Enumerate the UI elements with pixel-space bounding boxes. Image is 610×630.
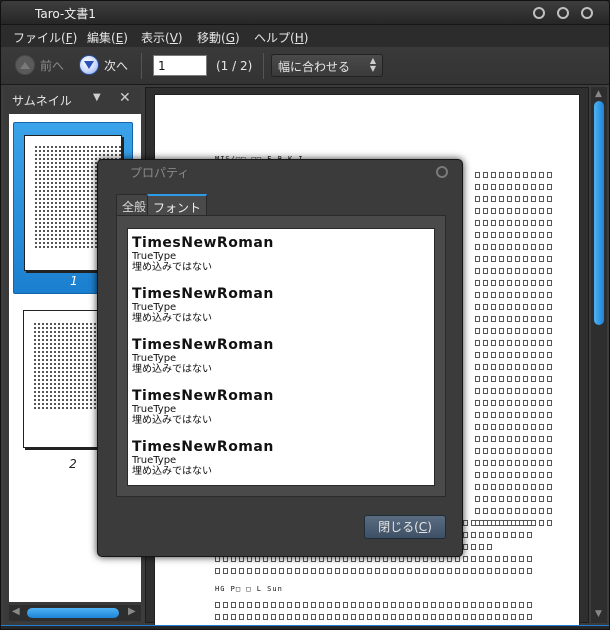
zoom-select[interactable]: 幅に合わせる ▲ ▼ bbox=[271, 54, 383, 77]
font-type: TrueType bbox=[132, 302, 177, 313]
font-name: TimesNewRoman bbox=[132, 235, 274, 251]
scrollbar-thumb[interactable] bbox=[27, 608, 119, 618]
sidebar-horizontal-scrollbar[interactable]: ◀ ▶ bbox=[9, 605, 141, 621]
font-type: TrueType bbox=[132, 251, 177, 262]
scroll-up-icon[interactable]: ▲ bbox=[595, 89, 602, 99]
zoom-select-value: 幅に合わせる bbox=[278, 60, 351, 74]
scroll-down-icon[interactable]: ▼ bbox=[595, 609, 602, 619]
fonts-tab-panel: TimesNewRoman TrueType 埋め込みではない TimesNew… bbox=[116, 215, 446, 497]
maximize-button[interactable] bbox=[557, 7, 569, 19]
menu-help[interactable]: ヘルプ(H) bbox=[254, 29, 308, 46]
document-vertical-scrollbar[interactable]: ▲ ▼ bbox=[591, 87, 607, 623]
font-name: TimesNewRoman bbox=[132, 286, 274, 302]
document-text-block bbox=[215, 597, 535, 621]
scroll-right-icon[interactable]: ▶ bbox=[128, 606, 136, 617]
font-type: TrueType bbox=[132, 353, 177, 364]
spin-arrows-icon: ▲ ▼ bbox=[369, 56, 376, 73]
font-embed-status: 埋め込みではない bbox=[132, 262, 212, 273]
properties-dialog: プロパティ 全般 フォント TimesNewRoman TrueType 埋め込… bbox=[97, 159, 463, 557]
page-count: (1 / 2) bbox=[216, 59, 253, 73]
close-window-button[interactable] bbox=[581, 7, 593, 19]
status-strip bbox=[1, 625, 609, 629]
window-title: Taro-文書1 bbox=[35, 7, 96, 21]
list-item[interactable]: TimesNewRoman TrueType 埋め込みではない bbox=[132, 286, 430, 337]
scrollbar-thumb[interactable] bbox=[594, 101, 604, 325]
dropdown-arrow-icon[interactable]: ▼ bbox=[93, 92, 101, 103]
menu-go[interactable]: 移動(G) bbox=[197, 29, 240, 46]
close-button[interactable]: 閉じる(C) bbox=[364, 515, 446, 539]
dialog-title: プロパティ bbox=[130, 166, 190, 180]
font-embed-status: 埋め込みではない bbox=[132, 415, 212, 426]
menu-edit[interactable]: 編集(E) bbox=[87, 29, 128, 46]
font-name: TimesNewRoman bbox=[132, 388, 274, 404]
font-embed-status: 埋め込みではない bbox=[132, 313, 212, 324]
font-name: TimesNewRoman bbox=[132, 439, 274, 455]
menu-file[interactable]: ファイル(F) bbox=[13, 29, 77, 46]
prev-page-button[interactable]: 前へ bbox=[15, 53, 64, 77]
list-item[interactable]: TimesNewRoman TrueType 埋め込みではない bbox=[132, 337, 430, 388]
font-type: TrueType bbox=[132, 455, 177, 466]
sidebar-header: サムネイル ▼ ✕ bbox=[5, 87, 141, 111]
list-item[interactable]: TimesNewRoman TrueType 埋め込みではない bbox=[132, 388, 430, 439]
document-footer-text: HG P□ □ L Sun bbox=[215, 585, 283, 593]
tab-fonts[interactable]: フォント bbox=[147, 194, 208, 215]
prev-page-label: 前へ bbox=[40, 58, 65, 73]
minimize-button[interactable] bbox=[533, 7, 545, 19]
sidebar-title: サムネイル bbox=[12, 94, 72, 108]
font-type: TrueType bbox=[132, 404, 177, 415]
title-bar[interactable]: Taro-文書1 bbox=[1, 1, 609, 25]
app-window: Taro-文書1 ファイル(F) 編集(E) 表示(V) 移動(G) ヘルプ(H… bbox=[0, 0, 610, 630]
arrow-down-icon bbox=[79, 55, 99, 75]
close-icon[interactable]: ✕ bbox=[119, 90, 131, 106]
page-number-input[interactable] bbox=[153, 55, 207, 76]
next-page-label: 次へ bbox=[104, 58, 129, 73]
list-item[interactable]: TimesNewRoman TrueType 埋め込みではない bbox=[132, 439, 430, 490]
list-item[interactable]: TimesNewRoman TrueType 埋め込みではない bbox=[132, 235, 430, 286]
dialog-close-icon[interactable] bbox=[436, 166, 448, 178]
arrow-up-icon bbox=[15, 55, 35, 75]
menu-bar: ファイル(F) 編集(E) 表示(V) 移動(G) ヘルプ(H) bbox=[1, 25, 609, 47]
document-text-block bbox=[475, 167, 555, 527]
font-embed-status: 埋め込みではない bbox=[132, 364, 212, 375]
toolbar-separator bbox=[263, 53, 264, 79]
menu-view[interactable]: 表示(V) bbox=[141, 29, 183, 46]
next-page-button[interactable]: 次へ bbox=[79, 53, 128, 77]
font-embed-status: 埋め込みではない bbox=[132, 466, 212, 477]
toolbar-separator bbox=[141, 53, 142, 79]
scroll-left-icon[interactable]: ◀ bbox=[12, 606, 20, 617]
font-list[interactable]: TimesNewRoman TrueType 埋め込みではない TimesNew… bbox=[127, 228, 435, 486]
font-name: TimesNewRoman bbox=[132, 337, 274, 353]
